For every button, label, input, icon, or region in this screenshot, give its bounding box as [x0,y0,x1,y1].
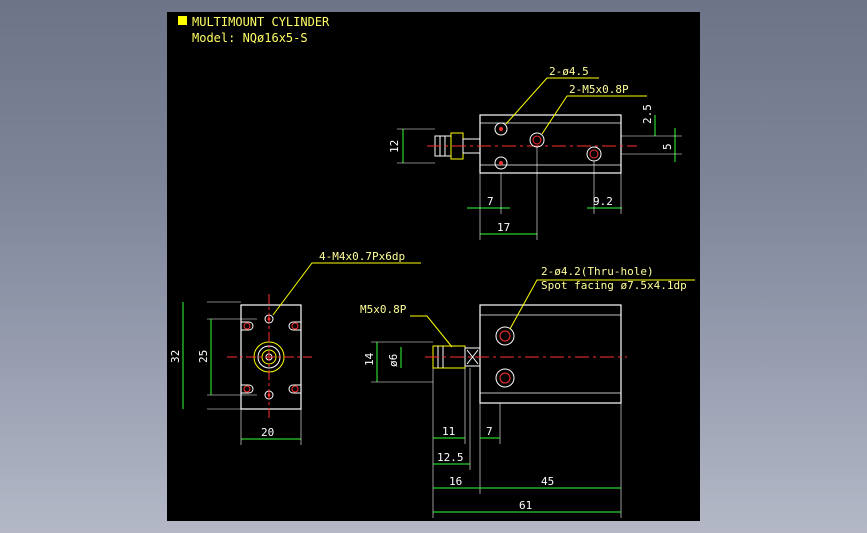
dim-side-45: 45 [541,475,554,488]
dim-side-7: 7 [486,425,493,438]
callout-taps-front: 4-M4x0.7Px6dp [319,250,405,263]
dim-side-14: 14 [363,352,376,366]
dim-top-17: 17 [497,221,510,234]
callout-thru-hole: 2-ø4.2(Thru-hole) [541,265,654,278]
dim-front-25: 25 [197,350,210,363]
top-view [397,77,682,240]
title-line-1: MULTIMOUNT CYLINDER [192,15,330,29]
dim-side-d6: ø6 [387,354,400,367]
title-marker-square [178,16,187,25]
dim-front-32: 32 [169,350,182,363]
side-view [371,279,695,518]
callout-ports-top: 2-M5x0.8P [569,83,629,96]
dim-top-height: 12 [388,140,401,153]
callout-spot-facing: Spot facing ø7.5x4.1dp [541,279,687,292]
title-line-2: Model: NQø16x5-S [192,31,308,45]
front-view [182,262,421,445]
dim-top-7: 7 [487,195,494,208]
dim-front-20: 20 [261,426,274,439]
cad-drawing: MULTIMOUNT CYLINDER Model: NQø16x5-S 2-ø… [169,15,695,518]
dim-side-61: 61 [519,499,532,512]
dim-side-12-5: 12.5 [437,451,464,464]
cad-drawing-viewport[interactable]: MULTIMOUNT CYLINDER Model: NQø16x5-S 2-ø… [167,12,700,521]
callout-port-side: M5x0.8P [360,303,407,316]
dim-side-11: 11 [442,425,455,438]
callout-holes-top: 2-ø4.5 [549,65,589,78]
dim-top-9-2: 9.2 [593,195,613,208]
dim-top-5: 5 [661,143,674,150]
dim-top-2-5: 2.5 [641,104,654,124]
dim-side-16: 16 [449,475,462,488]
